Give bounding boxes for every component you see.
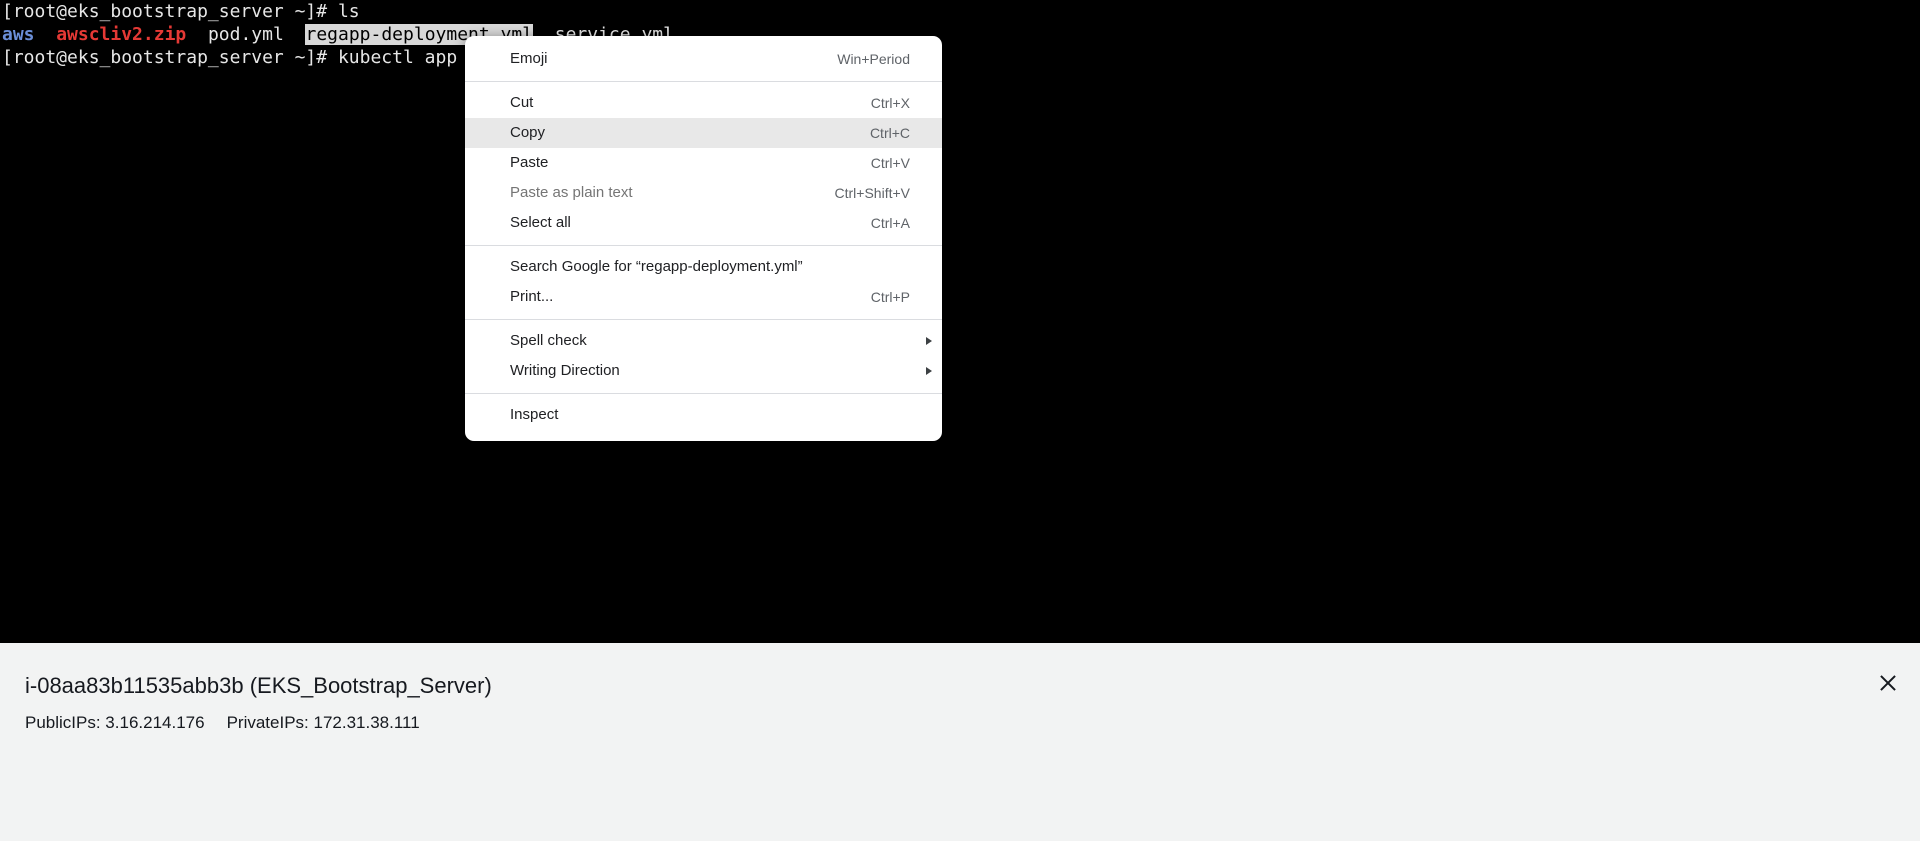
- instance-title: i-08aa83b11535abb3b (EKS_Bootstrap_Serve…: [25, 673, 492, 698]
- close-icon[interactable]: [1876, 671, 1900, 695]
- menu-item-writing-direction[interactable]: Writing Direction: [465, 356, 942, 386]
- terminal-line-ls: [root@eks_bootstrap_server ~]# ls: [2, 1, 360, 22]
- menu-divider: [465, 319, 942, 320]
- menu-divider: [465, 245, 942, 246]
- file-pod-yml: pod.yml: [207, 24, 284, 45]
- terminal-window[interactable]: [root@eks_bootstrap_server ~]# ls aws aw…: [0, 0, 1920, 643]
- menu-item-select-all[interactable]: Select all Ctrl+A: [465, 208, 942, 238]
- menu-shortcut: Ctrl+V: [870, 155, 910, 171]
- context-menu: Emoji Win+Period Cut Ctrl+X Copy Ctrl+C …: [465, 36, 942, 441]
- menu-label: Emoji: [510, 50, 548, 67]
- menu-item-search-google[interactable]: Search Google for “regapp-deployment.yml…: [465, 252, 942, 282]
- menu-shortcut: Ctrl+C: [869, 125, 910, 141]
- menu-label: Copy: [510, 124, 546, 141]
- menu-item-inspect[interactable]: Inspect: [465, 400, 942, 430]
- menu-item-spell-check[interactable]: Spell check: [465, 326, 942, 356]
- submenu-arrow-icon: [926, 337, 932, 345]
- private-ips: PrivateIPs: 172.31.38.111: [226, 713, 420, 732]
- menu-item-copy[interactable]: Copy Ctrl+C: [465, 118, 942, 148]
- ip-addresses: PublicIPs: 3.16.214.176 PrivateIPs: 172.3…: [25, 713, 420, 733]
- terminal-line-listing: aws awscliv2.zip pod.yml regapp-deployme…: [0, 23, 1920, 46]
- dir-aws: aws: [2, 24, 35, 45]
- menu-label: Select all: [510, 214, 571, 231]
- menu-divider: [465, 81, 942, 82]
- menu-shortcut: Ctrl+A: [870, 215, 910, 231]
- file-awscliv2-zip: awscliv2.zip: [56, 24, 187, 45]
- terminal-line-command: [root@eks_bootstrap_server ~]# kubectl a…: [2, 47, 458, 68]
- menu-label: Inspect: [510, 406, 559, 423]
- public-ips: PublicIPs: 3.16.214.176: [25, 713, 205, 732]
- menu-label: Print...: [510, 288, 554, 305]
- menu-label: Cut: [510, 94, 534, 111]
- menu-item-paste[interactable]: Paste Ctrl+V: [465, 148, 942, 178]
- menu-item-cut[interactable]: Cut Ctrl+X: [465, 88, 942, 118]
- menu-label: Paste: [510, 154, 549, 171]
- menu-item-print[interactable]: Print... Ctrl+P: [465, 282, 942, 312]
- menu-item-emoji[interactable]: Emoji Win+Period: [465, 44, 942, 74]
- menu-shortcut: Win+Period: [837, 51, 910, 67]
- menu-divider: [465, 393, 942, 394]
- menu-shortcut: Ctrl+Shift+V: [834, 185, 910, 201]
- menu-label: Writing Direction: [510, 362, 620, 379]
- menu-item-paste-plain-text[interactable]: Paste as plain text Ctrl+Shift+V: [465, 178, 942, 208]
- menu-label: Spell check: [510, 332, 587, 349]
- submenu-arrow-icon: [926, 367, 932, 375]
- menu-shortcut: Ctrl+P: [870, 289, 910, 305]
- menu-label: Search Google for “regapp-deployment.yml…: [510, 258, 803, 275]
- menu-shortcut: Ctrl+X: [870, 95, 910, 111]
- instance-info-panel: i-08aa83b11535abb3b (EKS_Bootstrap_Serve…: [0, 643, 1920, 841]
- menu-label: Paste as plain text: [510, 184, 633, 201]
